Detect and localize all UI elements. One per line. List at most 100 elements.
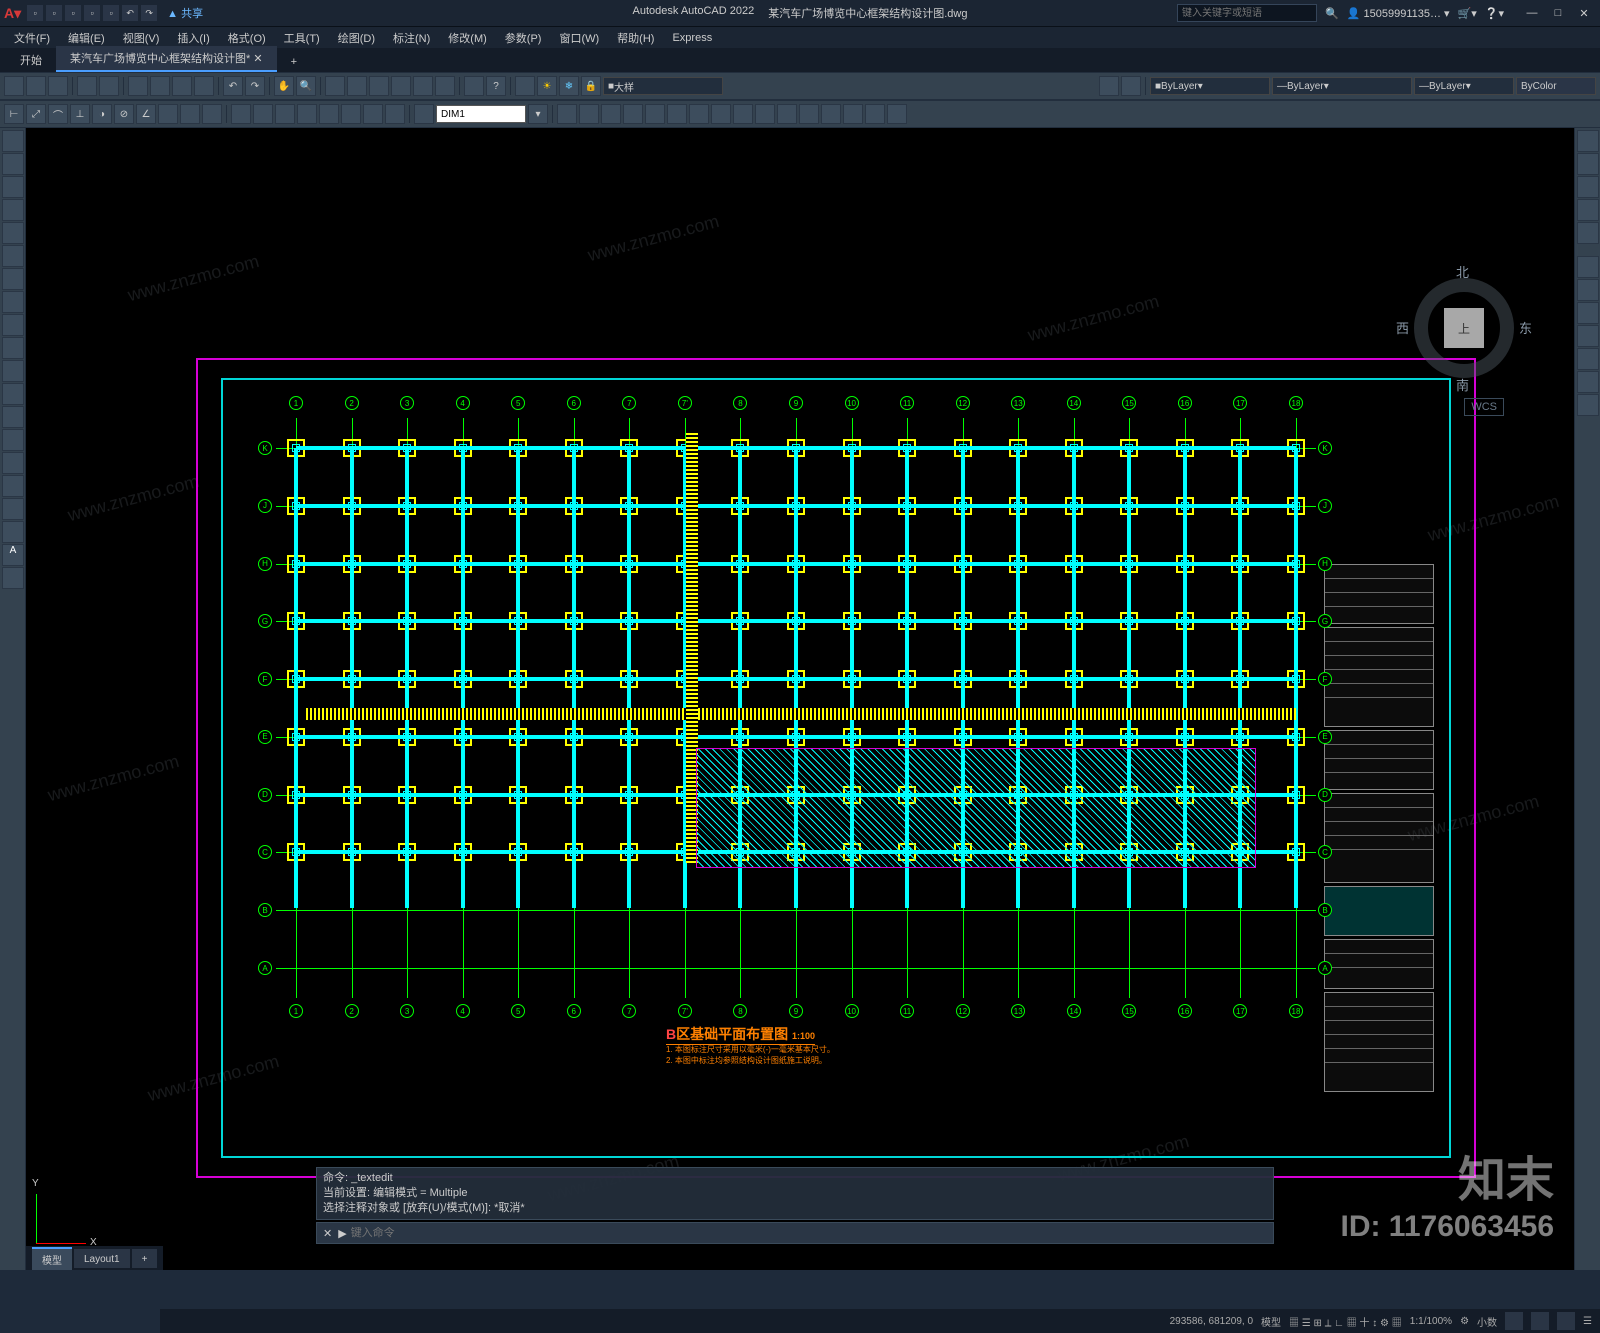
draw-rect-icon[interactable] — [2, 222, 24, 244]
tab-start[interactable]: 开始 — [6, 48, 56, 72]
tb-laywalk-icon[interactable] — [1099, 76, 1119, 96]
cart-icon[interactable]: 🛒▾ — [1458, 7, 1477, 20]
draw-mtext-icon[interactable]: A — [2, 544, 24, 566]
dim-break-icon[interactable] — [253, 104, 273, 124]
dim-linear-icon[interactable]: ⊢ — [4, 104, 24, 124]
tab-document[interactable]: 某汽车广场博览中心框架结构设计图* ✕ — [56, 46, 277, 72]
command-close-icon[interactable]: ✕ — [323, 1227, 332, 1240]
tb-ssm-icon[interactable] — [391, 76, 411, 96]
nav-pan-icon[interactable] — [1577, 153, 1599, 175]
draw-ellipsearc-icon[interactable] — [2, 360, 24, 382]
dim-aligned-icon[interactable]: ⤢ — [26, 104, 46, 124]
dim-style-combo[interactable] — [436, 105, 526, 123]
search-icon[interactable]: 🔍 — [1325, 7, 1339, 20]
draw-gradient-icon[interactable] — [2, 475, 24, 497]
dim-baseline-icon[interactable] — [180, 104, 200, 124]
draw-table-icon[interactable] — [2, 521, 24, 543]
qat-save-icon[interactable]: ▫ — [65, 5, 81, 21]
menu-format[interactable]: 格式(O) — [220, 28, 274, 48]
menu-edit[interactable]: 编辑(E) — [60, 28, 113, 48]
nav-showmotion-icon[interactable] — [1577, 222, 1599, 244]
tab-layout1[interactable]: Layout1 — [74, 1249, 130, 1268]
status-toggles[interactable]: ▦ ☰ ⊞ ⟂ ∟ ▦ 十 ↕ ⚙ ▦ — [1289, 1314, 1402, 1329]
mod-trim-icon[interactable] — [755, 104, 775, 124]
draw-cline-icon[interactable] — [2, 153, 24, 175]
qat-undo-icon[interactable]: ↶ — [122, 5, 138, 21]
tb-open-icon[interactable] — [26, 76, 46, 96]
user-menu[interactable]: 👤 15059991135… ▾ — [1347, 7, 1450, 20]
menu-draw[interactable]: 绘图(D) — [330, 28, 383, 48]
tb-cut-icon[interactable] — [128, 76, 148, 96]
viewcube-south[interactable]: 南 — [1456, 375, 1469, 394]
viewcube-east[interactable]: 东 — [1519, 318, 1532, 337]
mod-break-icon[interactable] — [799, 104, 819, 124]
qat-open-icon[interactable]: ▫ — [46, 5, 62, 21]
dim-quick-icon[interactable] — [158, 104, 178, 124]
qat-redo-icon[interactable]: ↷ — [141, 5, 157, 21]
tab-model[interactable]: 模型 — [32, 1247, 72, 1270]
mod-chamfer-icon[interactable] — [843, 104, 863, 124]
command-input[interactable] — [351, 1227, 1267, 1239]
tb-layerfreeze-icon[interactable]: ❄ — [559, 76, 579, 96]
wcs-label[interactable]: WCS — [1464, 398, 1504, 416]
status-space-button[interactable]: 模型 — [1261, 1314, 1281, 1329]
draw-region-icon[interactable] — [2, 498, 24, 520]
mod-mirror2-icon[interactable] — [1577, 302, 1599, 324]
tb-copy-icon[interactable] — [150, 76, 170, 96]
draw-pline-icon[interactable] — [2, 176, 24, 198]
mod-array-icon[interactable] — [645, 104, 665, 124]
mod-offset2-icon[interactable] — [1577, 325, 1599, 347]
minimize-button[interactable]: — — [1520, 4, 1544, 22]
menu-express[interactable]: Express — [664, 30, 720, 46]
dim-radius-icon[interactable]: ◑ — [92, 104, 112, 124]
mod-mirror-icon[interactable] — [601, 104, 621, 124]
layer-combo[interactable]: ■ ByLayer ▾ — [1150, 77, 1270, 95]
dim-arc-icon[interactable]: ⌒ — [48, 104, 68, 124]
dim-tedit-icon[interactable] — [385, 104, 405, 124]
menu-dimension[interactable]: 标注(N) — [385, 28, 438, 48]
dim-inspect-icon[interactable] — [319, 104, 339, 124]
menu-modify[interactable]: 修改(M) — [440, 28, 495, 48]
dim-center-icon[interactable] — [297, 104, 317, 124]
linetype-combo[interactable]: — ByLayer ▾ — [1272, 77, 1412, 95]
tb-pan-icon[interactable]: ✋ — [274, 76, 294, 96]
status-decimal[interactable]: 小数 — [1477, 1314, 1497, 1329]
tb-layermgr-icon[interactable] — [515, 76, 535, 96]
menu-tools[interactable]: 工具(T) — [276, 28, 328, 48]
share-button[interactable]: ▲ 共享 — [167, 5, 203, 21]
tab-add-layout[interactable]: + — [132, 1249, 158, 1268]
tb-redo-icon[interactable]: ↷ — [245, 76, 265, 96]
menu-view[interactable]: 视图(V) — [115, 28, 168, 48]
status-cust-icon[interactable] — [1505, 1312, 1523, 1330]
tb-undo-icon[interactable]: ↶ — [223, 76, 243, 96]
nav-zoomext-icon[interactable] — [1577, 176, 1599, 198]
mod-stretch-icon[interactable] — [733, 104, 753, 124]
mod-offset-icon[interactable] — [623, 104, 643, 124]
tb-help-icon[interactable]: ? — [486, 76, 506, 96]
draw-ellipse-icon[interactable] — [2, 337, 24, 359]
command-input-row[interactable]: ✕ ▶ — [316, 1222, 1274, 1244]
draw-hatch-icon[interactable] — [2, 452, 24, 474]
status-gear-icon[interactable]: ⚙ — [1460, 1316, 1469, 1327]
mod-fillet-icon[interactable] — [865, 104, 885, 124]
tb-props-icon[interactable] — [325, 76, 345, 96]
dim-style-icon[interactable]: ▾ — [528, 104, 548, 124]
mod-join-icon[interactable] — [821, 104, 841, 124]
tb-qc-icon[interactable] — [435, 76, 455, 96]
mod-rotate-icon[interactable] — [689, 104, 709, 124]
draw-spline-icon[interactable] — [2, 314, 24, 336]
draw-circle-icon[interactable] — [2, 268, 24, 290]
close-button[interactable]: ✕ — [1572, 4, 1596, 22]
dim-tol-icon[interactable] — [275, 104, 295, 124]
qat-new-icon[interactable]: ▫ — [27, 5, 43, 21]
menu-file[interactable]: 文件(F) — [6, 28, 58, 48]
tb-new-icon[interactable] — [4, 76, 24, 96]
layer-state-combo[interactable]: ■ 大样 — [603, 77, 723, 95]
draw-line-icon[interactable] — [2, 130, 24, 152]
tb-block-icon[interactable] — [464, 76, 484, 96]
draw-polygon-icon[interactable] — [2, 199, 24, 221]
viewcube-west[interactable]: 西 — [1396, 318, 1409, 337]
draw-block-icon[interactable] — [2, 406, 24, 428]
tb-preview-icon[interactable] — [99, 76, 119, 96]
draw-arc-icon[interactable] — [2, 245, 24, 267]
